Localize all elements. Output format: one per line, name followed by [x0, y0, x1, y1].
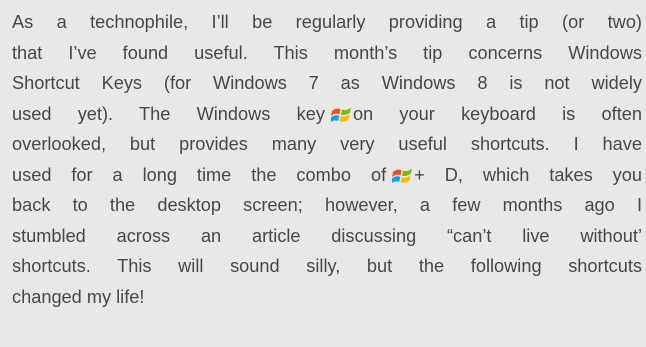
paragraph-line: overlooked, but provides many very usefu…	[12, 134, 642, 154]
paragraph-line: back to the desktop screen; however, a f…	[12, 195, 642, 215]
paragraph-line: used yet). The Windows key on your keybo…	[12, 99, 642, 130]
paragraph-line: shortcuts. This will sound silly, but th…	[12, 256, 642, 276]
paragraph-line: that I’ve found useful. This month’s tip…	[12, 42, 642, 63]
paragraph-text: used yet). The Windows key	[12, 103, 325, 124]
windows-logo-icon	[392, 166, 413, 184]
paragraph-line: used for a long time the combo of + D, w…	[12, 160, 642, 191]
paragraph-text: + D, which takes you	[414, 164, 642, 185]
paragraph-line: stumbled across an article discussing “c…	[12, 225, 642, 246]
paragraph-line: changed my life!	[12, 286, 145, 307]
article-paragraph: As a technophile, I’ll be regularly prov…	[12, 7, 642, 312]
paragraph-line: As a technophile, I’ll be regularly prov…	[12, 12, 642, 32]
document-page: As a technophile, I’ll be regularly prov…	[0, 0, 646, 347]
windows-logo-icon	[330, 105, 352, 123]
paragraph-line: Shortcut Keys (for Windows 7 as Windows …	[12, 73, 642, 93]
paragraph-text: used for a long time the combo of	[12, 164, 387, 185]
paragraph-text: on your keyboard is often	[352, 103, 642, 124]
